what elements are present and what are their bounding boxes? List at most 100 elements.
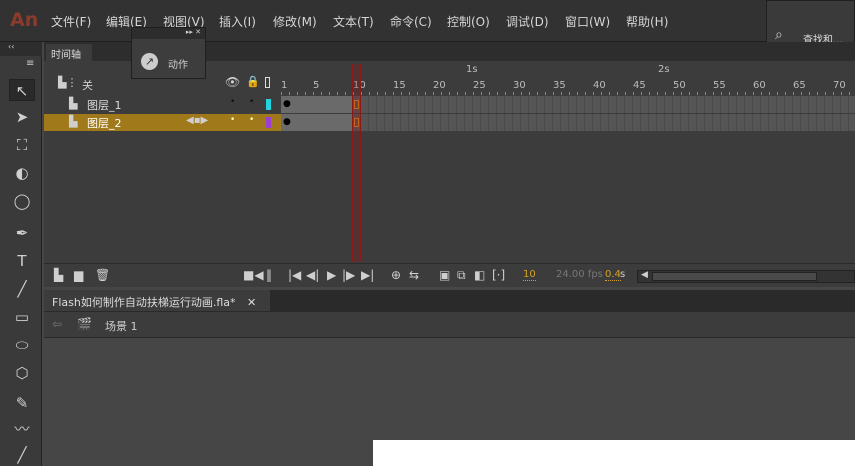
frame-rate[interactable]: 24.00 fps [556, 269, 603, 280]
back-arrow-icon[interactable]: ⇦ [52, 317, 62, 331]
visibility-dot[interactable]: • [230, 97, 235, 107]
layer-row[interactable]: ▙ 图层_2 ◀▪▶ • • [44, 114, 281, 131]
find-icon: ⌕ [775, 27, 783, 43]
ruler-number: 40 [593, 80, 606, 91]
panel-menu-icon[interactable]: ≡ [26, 58, 34, 69]
ruler-ticks [281, 92, 855, 95]
3d-rotation-tool-icon[interactable]: ◐ [9, 162, 35, 184]
document-tab-title: Flash如何制作自动扶梯运行动画.fla* [52, 296, 236, 309]
new-layer-icon[interactable]: ▙ [54, 268, 63, 282]
onion-outline-icon[interactable]: ⧉ [457, 268, 466, 283]
layer-color-swatch[interactable] [266, 117, 271, 128]
ruler-number: 65 [793, 80, 806, 91]
actions-floating-panel: ▸▸ ✕ ↗ 动作 [131, 27, 206, 79]
selection-tool-icon[interactable]: ↖ [9, 79, 35, 101]
paint-brush-tool-icon[interactable]: ╱ [9, 444, 35, 466]
first-frame-icon[interactable]: |◀ [288, 268, 301, 282]
menu-item[interactable]: 文本(T) [333, 13, 374, 30]
playhead[interactable] [352, 64, 361, 262]
menu-item[interactable]: 插入(I) [219, 13, 256, 30]
lock-dot[interactable]: • [249, 97, 254, 107]
ruler-number: 25 [473, 80, 486, 91]
ruler-number: 50 [673, 80, 686, 91]
rectangle-tool-icon[interactable]: ▭ [9, 306, 35, 328]
free-transform-tool-icon[interactable]: ⛶ [9, 134, 35, 156]
new-folder-icon[interactable]: ▆ [74, 268, 83, 282]
menu-item[interactable]: 调试(D) [506, 13, 549, 30]
layer-frames[interactable]: ● [281, 114, 855, 131]
keyframe-span [281, 114, 353, 131]
pencil-tool-icon[interactable]: ✎ [9, 392, 35, 414]
close-tab-icon[interactable]: ✕ [247, 296, 256, 309]
actions-icon[interactable]: ↗ [141, 53, 158, 70]
horizontal-scrollbar[interactable]: ◀ [637, 270, 855, 283]
last-frame-icon[interactable]: ▶| [361, 268, 374, 282]
ruler-number: 60 [753, 80, 766, 91]
keyframe-dot[interactable]: ● [283, 99, 291, 109]
ruler-number: 5 [313, 80, 320, 91]
pen-tool-icon[interactable]: ✒ [9, 222, 35, 244]
keyframe-dot[interactable]: ● [283, 117, 291, 127]
step-forward-icon[interactable]: |▶ [342, 268, 355, 282]
visibility-dot[interactable]: • [230, 115, 235, 125]
onion-markers-icon[interactable]: [·] [492, 268, 505, 282]
stage-canvas[interactable] [373, 440, 855, 466]
layer-frames[interactable]: ● [281, 96, 855, 113]
timeline-controls: ▙ ▆ 🗑 ■◀ ‖ |◀ ◀| ▶ |▶ ▶| ⊕ ⇆ ▣ ⧉ ◧ [·] 1… [44, 263, 855, 287]
play-icon[interactable]: ▶ [327, 268, 336, 282]
keyframe-span [281, 96, 353, 113]
menu-item[interactable]: 文件(F) [51, 13, 91, 30]
delete-layer-icon[interactable]: 🗑 [95, 268, 110, 282]
collapse-icon[interactable]: ‹‹ [0, 42, 42, 56]
layer-folder-icon[interactable]: ▙⋮ [58, 76, 77, 89]
menu-item[interactable]: 修改(M) [273, 13, 317, 30]
layer-color-swatch[interactable] [266, 99, 271, 110]
ruler-number: 55 [713, 80, 726, 91]
app-logo: An [10, 9, 39, 31]
edit-multiple-icon[interactable]: ◧ [474, 268, 485, 282]
timeline-header-label: 关 [82, 79, 93, 92]
eye-icon[interactable]: 👁 [225, 75, 240, 89]
menu-item[interactable]: 窗口(W) [565, 13, 610, 30]
text-tool-icon[interactable]: T [9, 250, 35, 272]
loop-icon[interactable]: ⇆ [409, 268, 419, 282]
elapsed-time[interactable]: 0.4 [605, 269, 621, 281]
camera-icon[interactable]: ■◀ [243, 268, 264, 282]
center-frame-icon[interactable]: ⊕ [391, 268, 401, 282]
step-back-icon[interactable]: ◀| [306, 268, 319, 282]
brush-tool-icon[interactable]: 〰 [9, 418, 35, 440]
lock-dot[interactable]: • [249, 115, 254, 125]
scene-name[interactable]: 场景 1 [105, 318, 138, 334]
layer-row[interactable]: ▙ 图层_1 • • [44, 96, 281, 113]
lock-icon[interactable]: 🔒 [246, 75, 260, 88]
layer-name[interactable]: 图层_1 [87, 97, 122, 113]
actions-label[interactable]: 动作 [168, 56, 188, 71]
document-tab[interactable]: Flash如何制作自动扶梯运行动画.fla* ✕ [44, 290, 270, 311]
panel-close-icon[interactable]: ▸▸ ✕ [132, 28, 205, 39]
subselection-tool-icon[interactable]: ➤ [9, 106, 35, 128]
ruler-number: 1 [281, 80, 288, 91]
ruler-number: 15 [393, 80, 406, 91]
outline-icon[interactable] [265, 77, 270, 88]
tab-timeline[interactable]: 时间轴 [46, 44, 92, 61]
ruler-number: 20 [433, 80, 446, 91]
lasso-tool-icon[interactable]: ◯ [9, 190, 35, 212]
current-frame[interactable]: 10 [523, 269, 536, 281]
tools-panel: ‹‹ ≡ ↖ ➤ ⛶ ◐ ◯ ✒ T ╱ ▭ ⬭ ⬡ ✎ 〰 ╱ [0, 42, 42, 466]
menu-item[interactable]: 命令(C) [390, 13, 432, 30]
layer-name[interactable]: 图层_2 [87, 115, 122, 131]
layer-nav-icon[interactable]: ◀▪▶ [186, 115, 208, 126]
polystar-tool-icon[interactable]: ⬡ [9, 362, 35, 384]
menu-item[interactable]: 帮助(H) [626, 13, 668, 30]
layer-icon: ▙ [69, 97, 78, 110]
oval-tool-icon[interactable]: ⬭ [9, 334, 35, 356]
clapper-icon: 🎬 [77, 317, 92, 331]
ruler-seconds: 1s [466, 64, 478, 75]
ruler-number: 45 [633, 80, 646, 91]
scrollbar-thumb[interactable] [652, 272, 817, 281]
divider-icon: ‖ [266, 268, 272, 282]
line-tool-icon[interactable]: ╱ [9, 278, 35, 300]
scene-bar: ⇦ 🎬 场景 1 [44, 312, 855, 338]
onion-skin-icon[interactable]: ▣ [439, 268, 450, 282]
menu-item[interactable]: 控制(O) [447, 13, 490, 30]
